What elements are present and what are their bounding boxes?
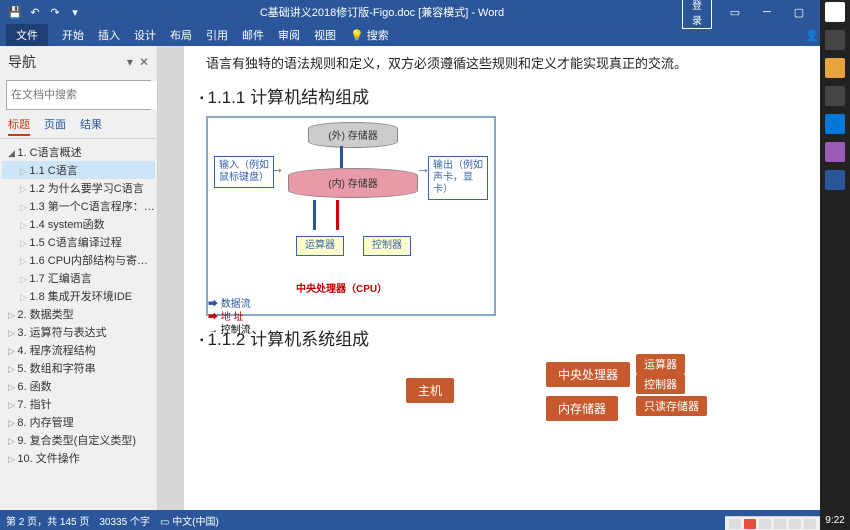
redo-icon[interactable]: ↷ [48,5,62,19]
title-bar: 💾 ↶ ↷ ▾ C基础讲义2018修订版-Figo.doc [兼容模式] - W… [0,0,850,24]
taskbar-app[interactable] [825,142,845,162]
outline-node[interactable]: 1.7 汇编语言 [2,269,155,287]
outline-node[interactable]: 9. 复合类型(自定义类型) [2,431,155,449]
document-title: C基础讲义2018修订版-Figo.doc [兼容模式] - Word [82,4,682,20]
nav-dropdown-icon[interactable]: ▾ [127,55,133,69]
nav-tab-pages[interactable]: 页面 [44,116,66,136]
search-input[interactable] [7,81,157,109]
tab-review[interactable]: 审阅 [278,27,300,43]
tab-view[interactable]: 视图 [314,27,336,43]
nav-title: 导航 [8,52,36,72]
login-button[interactable]: 登录 [682,0,712,29]
outline-node[interactable]: 5. 数组和字符串 [2,359,155,377]
page: 语言有独特的语法规则和定义，双方必须遵循这些规则和定义才能实现真正的交流。 1.… [184,46,824,510]
outline-node[interactable]: 7. 指针 [2,395,155,413]
minimize-icon[interactable]: ─ [752,6,782,18]
tab-references[interactable]: 引用 [206,27,228,43]
outline-node[interactable]: 4. 程序流程结构 [2,341,155,359]
tray-icon[interactable] [729,519,741,529]
heading-111: 1.1.1 计算机结构组成 [200,83,802,108]
internal-storage: (内) 存储器 [288,168,418,198]
input-devices: 输入（例如鼠标键盘） [214,156,274,188]
tab-home[interactable]: 开始 [62,27,84,43]
alu-box2: 运算器 [636,354,685,374]
nav-close-icon[interactable]: ✕ [139,55,149,69]
nav-tab-results[interactable]: 结果 [80,116,102,136]
arrow-icon [336,200,339,230]
taskbar-clock[interactable]: 9:22 [825,515,844,526]
qat-more-icon[interactable]: ▾ [68,5,82,19]
tab-insert[interactable]: 插入 [98,27,120,43]
system-tray [725,516,820,530]
tray-icon[interactable] [774,519,786,529]
status-bar: 第 2 页，共 145 页 30335 个字 ▭ 中文(中国) ▦ ▤ ▨ [0,510,850,530]
outline-node[interactable]: 1.2 为什么要学习C语言 [2,179,155,197]
tray-icon[interactable] [804,519,816,529]
diagram-legend: ➡ 数据流 ➡ 地 址 → 控制流 [208,298,251,337]
outline-node[interactable]: 6. 函数 [2,377,155,395]
cpu-box: 中央处理器 [546,362,630,387]
file-tab[interactable]: 文件 [6,24,48,46]
outline-node[interactable]: 1.3 第一个C语言程序：Hello... [2,197,155,215]
tab-design[interactable]: 设计 [134,27,156,43]
nav-tab-headings[interactable]: 标题 [8,116,30,136]
paragraph: 语言有独特的语法规则和定义，双方必须遵循这些规则和定义才能实现真正的交流。 [206,54,802,75]
document-area[interactable]: 语言有独特的语法规则和定义，双方必须遵循这些规则和定义才能实现真正的交流。 1.… [158,46,850,510]
outline-node[interactable]: 1.4 system函数 [2,215,155,233]
ribbon-options-icon[interactable]: ▭ [720,6,750,19]
tell-me-search[interactable]: 💡 搜索 [350,27,389,43]
computer-structure-diagram: (外) 存储器 输入（例如鼠标键盘） → (内) 存储器 → 输出（例如声卡，显… [206,116,496,316]
outline-node[interactable]: 1.8 集成开发环境IDE [2,287,155,305]
word-count[interactable]: 30335 个字 [99,513,150,528]
taskbar-app[interactable] [825,86,845,106]
outline-node[interactable]: 1. C语言概述 [2,143,155,161]
host-box: 主机 [406,378,454,403]
outline-node[interactable]: 2. 数据类型 [2,305,155,323]
arrow-icon [313,200,316,230]
quick-access-toolbar: 💾 ↶ ↷ ▾ [4,5,82,19]
computer-system-diagram: 主机 中央处理器 内存储器 运算器 控制器 只读存储器 [206,358,802,418]
navigation-pane: 导航 ▾ ✕ 🔍▾ 标题 页面 结果 1. C语言概述1.1 C语言1.2 为什么… [0,46,158,510]
output-devices: 输出（例如声卡，显卡） [428,156,488,200]
external-storage: (外) 存储器 [308,122,398,148]
save-icon[interactable]: 💾 [8,5,22,19]
maximize-icon[interactable]: ▢ [784,6,814,19]
taskbar-word-icon[interactable] [825,170,845,190]
outline-node[interactable]: 1.5 C语言编译过程 [2,233,155,251]
tray-icon[interactable] [759,519,771,529]
arrow-icon [340,146,343,168]
outline-node[interactable]: 8. 内存管理 [2,413,155,431]
nav-tabs: 标题 页面 结果 [0,112,157,139]
cpu-label: 中央处理器（CPU） [296,280,387,295]
tab-layout[interactable]: 布局 [170,27,192,43]
undo-icon[interactable]: ↶ [28,5,42,19]
taskbar-app[interactable] [825,30,845,50]
rom-box: 只读存储器 [636,396,707,416]
outline-tree: 1. C语言概述1.1 C语言1.2 为什么要学习C语言1.3 第一个C语言程序… [0,139,157,510]
tab-mailings[interactable]: 邮件 [242,27,264,43]
tray-icon[interactable] [744,519,756,529]
tray-icon[interactable] [789,519,801,529]
control-unit-box: 控制器 [363,236,411,256]
outline-node[interactable]: 1.6 CPU内部结构与寄存器(了... [2,251,155,269]
start-icon[interactable] [825,2,845,22]
language-indicator[interactable]: ▭ 中文(中国) [160,513,219,528]
outline-node[interactable]: 1.1 C语言 [2,161,155,179]
windows-taskbar: 9:22 [820,0,850,530]
alu-box: 运算器 [296,236,344,256]
memory-box: 内存储器 [546,396,618,421]
taskbar-app[interactable] [825,114,845,134]
arrow-icon: → [270,160,284,176]
taskbar-app[interactable] [825,58,845,78]
heading-112: 1.1.2 计算机系统组成 [200,325,802,350]
outline-node[interactable]: 3. 运算符与表达式 [2,323,155,341]
page-indicator[interactable]: 第 2 页，共 145 页 [6,513,89,528]
nav-search[interactable]: 🔍▾ [6,80,151,110]
cu-box2: 控制器 [636,374,685,394]
outline-node[interactable]: 10. 文件操作 [2,449,155,467]
